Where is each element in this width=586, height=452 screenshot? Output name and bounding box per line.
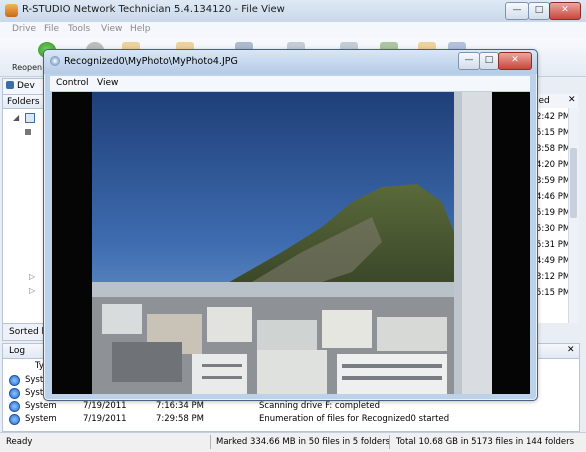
file-time: 5:15 PM <box>536 288 571 298</box>
pane-close-icon[interactable]: ✕ <box>568 95 576 105</box>
status-marked: Marked 334.66 MB in 50 files in 5 folder… <box>216 437 391 447</box>
menu-view[interactable]: View <box>101 24 122 34</box>
log-time: 7:16:34 PM <box>156 401 204 411</box>
status-total: Total 10.68 GB in 5173 files in 144 fold… <box>396 437 575 447</box>
status-bar: Ready Marked 334.66 MB in 50 files in 5 … <box>0 432 586 452</box>
file-time: 2:42 PM <box>536 112 571 122</box>
file-time: 5:30 PM <box>536 224 571 234</box>
photo-image <box>52 92 530 394</box>
info-icon <box>9 414 20 425</box>
file-time: 3:12 PM <box>536 272 571 282</box>
viewer-title-bar[interactable]: Recognized0\MyPhoto\MyPhoto4.JPG — □ ✕ <box>44 50 537 74</box>
viewer-eye-icon <box>50 56 60 66</box>
close-button[interactable]: ✕ <box>549 2 581 20</box>
tree-expand-icon[interactable]: ◢ <box>13 113 19 122</box>
viewer-menu-control[interactable]: Control <box>56 78 89 88</box>
drive-icon <box>25 113 35 123</box>
modified-column-header: ied <box>536 96 550 106</box>
file-time: 4:46 PM <box>536 192 571 202</box>
menu-file[interactable]: File <box>44 24 59 34</box>
info-icon <box>9 401 20 412</box>
viewer-minimize-button[interactable]: — <box>458 52 480 70</box>
file-time: 4:20 PM <box>536 160 571 170</box>
menu-tools[interactable]: Tools <box>68 24 90 34</box>
viewer-close-button[interactable]: ✕ <box>498 52 532 70</box>
file-list-scrollbar[interactable] <box>568 108 579 323</box>
info-icon <box>9 375 20 386</box>
menu-help[interactable]: Help <box>130 24 151 34</box>
file-time: 5:19 PM <box>536 208 571 218</box>
viewer-maximize-button[interactable]: □ <box>479 52 499 70</box>
photo-canvas <box>52 92 530 394</box>
log-type: System <box>25 414 57 424</box>
menu-drive[interactable]: Drive <box>12 24 36 34</box>
file-time: 4:49 PM <box>536 256 571 266</box>
log-date: 7/19/2011 <box>83 401 127 411</box>
devices-tab-label: Dev <box>17 81 35 91</box>
folders-header-label: Folders <box>7 97 40 107</box>
viewer-menu-view[interactable]: View <box>97 78 118 88</box>
viewer-title: Recognized0\MyPhoto\MyPhoto4.JPG <box>64 56 238 67</box>
tree-collapse-icon-2[interactable]: ▷ <box>29 286 35 295</box>
log-time: 7:29:58 PM <box>156 414 204 424</box>
sorted-by-label: Sorted b <box>9 327 48 337</box>
info-icon <box>9 388 20 399</box>
device-icon <box>6 81 14 89</box>
maximize-button[interactable]: □ <box>528 2 550 20</box>
log-message: Scanning drive F: completed <box>259 401 381 411</box>
log-type: System <box>25 401 57 411</box>
log-date: 7/19/2011 <box>83 414 127 424</box>
menu-bar: Drive File Tools View Help <box>0 22 586 38</box>
scrollbar-thumb[interactable] <box>570 148 577 218</box>
folder-node-icon <box>25 129 31 135</box>
status-ready: Ready <box>6 437 33 447</box>
log-message: Enumeration of files for Recognized0 sta… <box>259 414 450 424</box>
file-time: 5:15 PM <box>536 128 571 138</box>
status-separator <box>210 435 211 449</box>
log-row[interactable]: System 7/19/2011 7:29:58 PM Enumeration … <box>3 413 579 425</box>
file-time: 3:59 PM <box>536 176 571 186</box>
window-title: R-STUDIO Network Technician 5.4.134120 -… <box>22 4 285 15</box>
minimize-button[interactable]: — <box>505 2 529 20</box>
status-separator <box>389 435 390 449</box>
main-title-bar: R-STUDIO Network Technician 5.4.134120 -… <box>0 0 586 23</box>
app-logo-icon <box>5 4 18 17</box>
file-time: 3:58 PM <box>536 144 571 154</box>
tree-collapse-icon[interactable]: ▷ <box>29 272 35 281</box>
image-viewer-window[interactable]: Recognized0\MyPhoto\MyPhoto4.JPG — □ ✕ C… <box>43 49 538 401</box>
file-time: 5:31 PM <box>536 240 571 250</box>
reopen-label: Reopen <box>12 63 43 72</box>
log-close-icon[interactable]: ✕ <box>567 345 575 355</box>
log-header-label: Log <box>9 346 26 356</box>
viewer-menu-bar: Control View <box>50 76 530 91</box>
